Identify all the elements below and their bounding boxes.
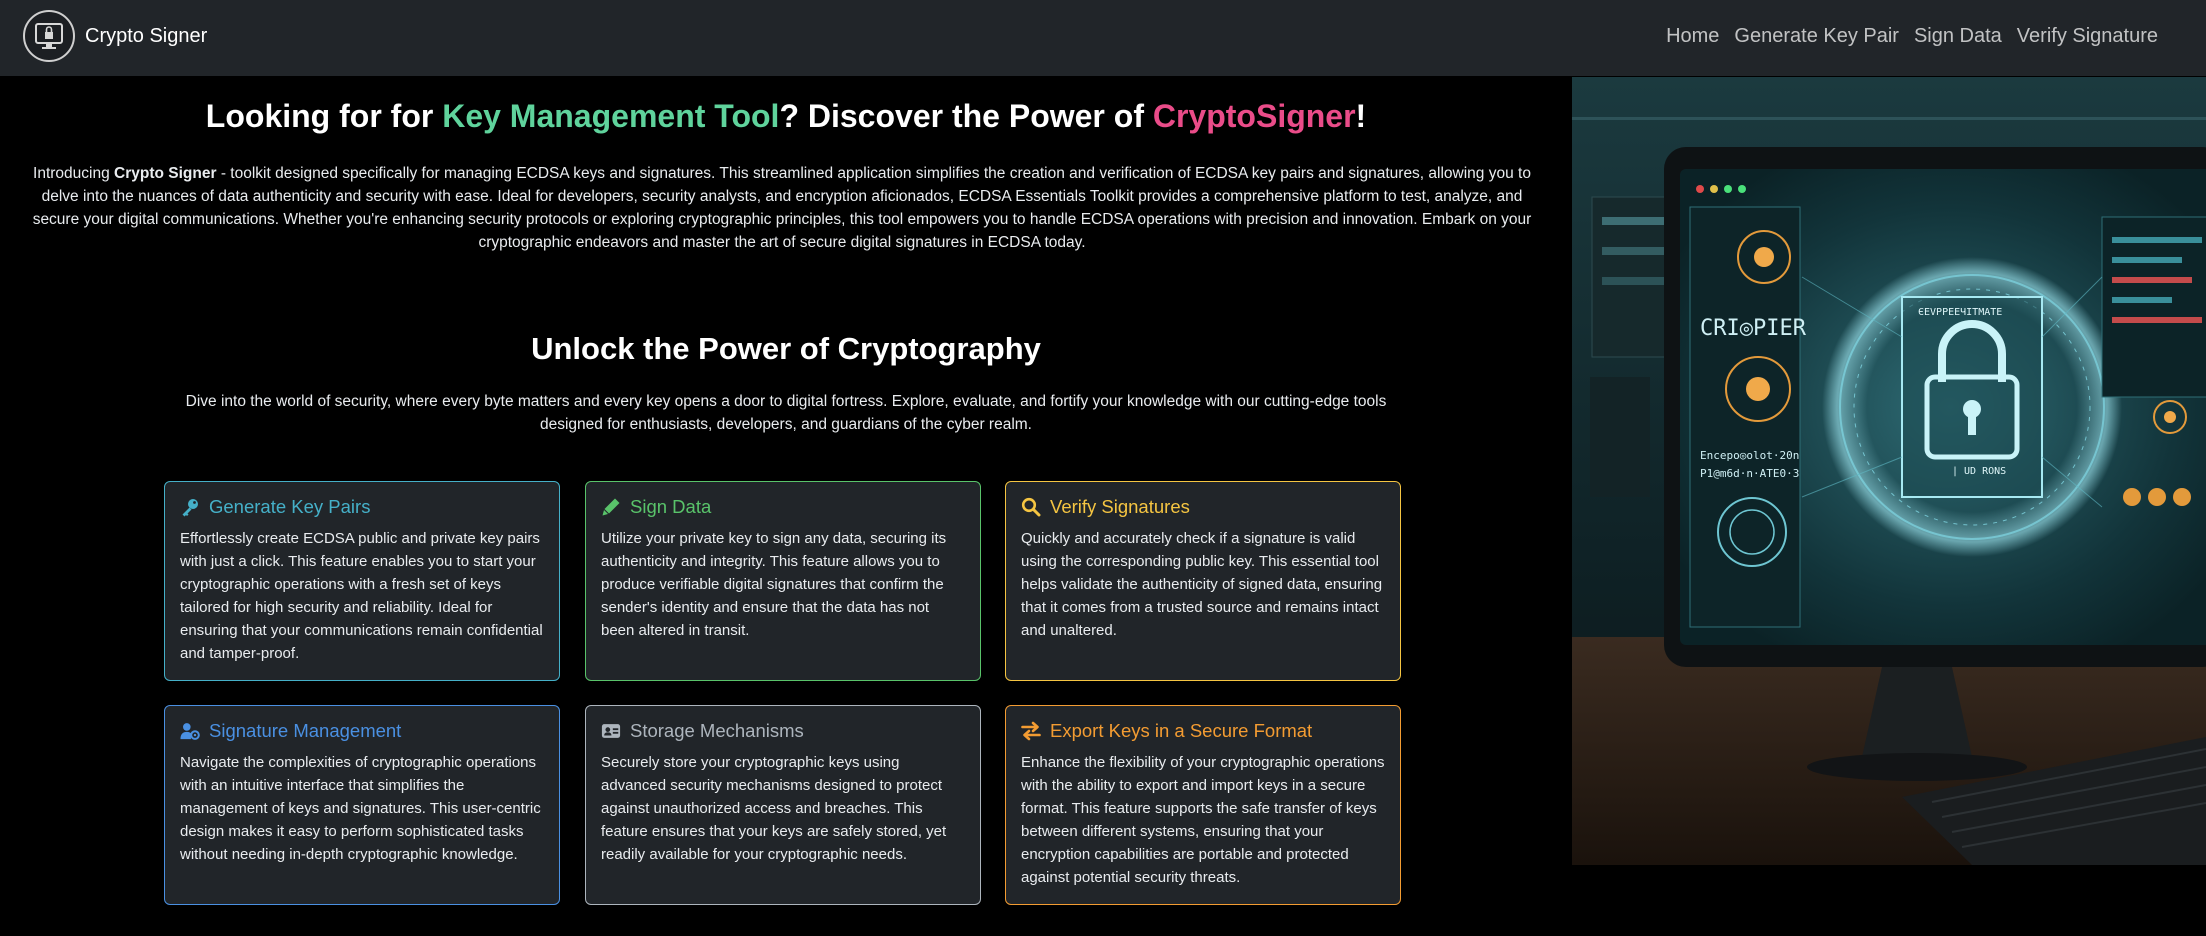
nav-link-sign-data[interactable]: Sign Data [1914,25,2002,48]
pen-icon [602,498,620,516]
card-description: Enhance the flexibility of your cryptogr… [1021,754,1385,886]
feature-card-verify-signatures[interactable]: Verify Signatures Quickly and accurately… [1005,481,1401,681]
hero-title-highlight-brand: CryptoSigner [1152,98,1356,134]
intro-brand-name: Crypto Signer [114,165,217,182]
hero-title-text: ? Discover the Power of [779,98,1153,134]
hero-title-highlight-tool: Key Management Tool [442,98,780,134]
search-icon [1021,497,1041,517]
hero-title-text: ! [1355,98,1367,134]
svg-text:P1@m6d·n·ATE0·3: P1@m6d·n·ATE0·3 [1700,467,1799,480]
key-icon [182,499,198,517]
feature-card-generate-key-pairs[interactable]: Generate Key Pairs Effortlessly create E… [164,481,560,681]
card-description: Securely store your cryptographic keys u… [601,754,947,863]
intro-paragraph: Introducing Crypto Signer - toolkit desi… [22,162,1542,254]
id-card-icon [601,724,621,738]
feature-card-export-keys[interactable]: Export Keys in a Secure Format Enhance t… [1005,705,1401,905]
feature-card-storage-mechanisms[interactable]: Storage Mechanisms Securely store your c… [585,705,981,905]
svg-text:CRI◎PIER: CRI◎PIER [1700,316,1807,341]
card-title: Export Keys in a Secure Format [1050,720,1313,741]
svg-text:Encepo◎olot·20n: Encepo◎olot·20n [1700,449,1799,462]
brand[interactable]: Crypto Signer [23,8,207,64]
monitor-lock-logo-icon [35,23,63,49]
card-title: Verify Signatures [1050,496,1190,517]
brand-logo [23,10,75,62]
nav-link-verify-signature[interactable]: Verify Signature [2017,25,2158,48]
svg-text:ЄEVPPEEЧITMATE: ЄEVPPEEЧITMATE [1918,307,2002,318]
card-description: Utilize your private key to sign any dat… [601,530,947,639]
card-title: Generate Key Pairs [209,496,371,517]
card-title: Storage Mechanisms [630,720,804,741]
nav-link-home[interactable]: Home [1666,25,1719,48]
main-content: Looking for for Key Management Tool? Dis… [0,76,1572,936]
exchange-icon [1021,721,1041,741]
feature-card-signature-management[interactable]: Signature Management Navigate the comple… [164,705,560,905]
computer-lock-illustration: CRI◎PIER Encepo◎olot·20n P1@m6d·n·ATE0·3… [1572,77,2206,865]
card-title: Sign Data [630,496,712,517]
card-description: Navigate the complexities of cryptograph… [180,754,541,863]
section-subtitle: Dive into the world of security, where e… [185,393,1387,433]
card-description: Quickly and accurately check if a signat… [1021,530,1383,639]
hero-illustration: CRI◎PIER Encepo◎olot·20n P1@m6d·n·ATE0·3… [1572,77,2206,865]
brand-name: Crypto Signer [85,24,208,47]
navbar: Crypto Signer Home Generate Key Pair Sig… [0,0,2206,76]
user-gear-icon [180,723,200,740]
nav-links: Home Generate Key Pair Sign Data Verify … [1666,0,2158,72]
feature-card-sign-data[interactable]: Sign Data Utilize your private key to si… [585,481,981,681]
intro-text: Introducing [33,165,115,182]
svg-text:| UD RONS: | UD RONS [1952,466,2006,477]
card-title: Signature Management [209,720,402,741]
card-description: Effortlessly create ECDSA public and pri… [180,530,543,662]
section-title: Unlock the Power of Cryptography [531,331,1041,366]
hero-title: Looking for for Key Management Tool? Dis… [0,98,1572,135]
hero-title-text: Looking for for [205,98,443,134]
intro-text: - toolkit designed specifically for mana… [32,165,1532,251]
nav-link-generate-key-pair[interactable]: Generate Key Pair [1734,25,1899,48]
